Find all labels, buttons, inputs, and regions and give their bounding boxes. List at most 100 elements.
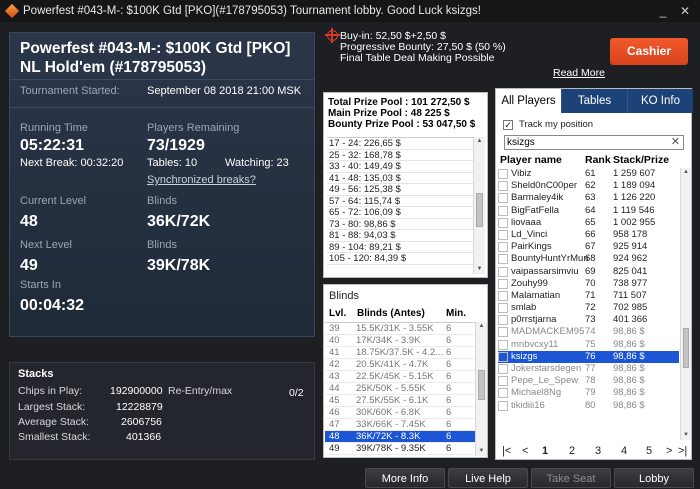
synchronized-breaks-link[interactable]: Synchronized breaks?: [147, 174, 256, 186]
player-row-checkbox[interactable]: [498, 339, 508, 350]
blind-level-row[interactable]: 44 25K/50K - 5.55K 6: [325, 383, 475, 395]
more-info-button[interactable]: More Info: [365, 468, 445, 488]
player-row[interactable]: Pepe_Le_Spew 78 98,86 $: [498, 375, 679, 387]
blind-level-row[interactable]: 42 20.5K/41K - 4.7K 6: [325, 359, 475, 371]
col-stack-prize[interactable]: Stack/Prize: [613, 154, 669, 166]
player-row[interactable]: smlab 72 702 985: [498, 302, 679, 314]
blind-cell-lvl: 48: [329, 431, 340, 442]
close-button[interactable]: ✕: [677, 3, 693, 19]
scrollbar-thumb[interactable]: [476, 193, 483, 227]
tab-ko-info[interactable]: KO Info: [627, 89, 693, 113]
player-row-checkbox[interactable]: [498, 242, 508, 253]
player-row-checkbox[interactable]: [498, 169, 508, 179]
blinds-list[interactable]: 39 15.5K/31K - 3.55K 6 40 17K/34K - 3.9K 6 41 1…: [325, 322, 475, 456]
player-row-checkbox[interactable]: [498, 290, 508, 301]
payout-scrollbar[interactable]: ▲ ▼: [473, 137, 485, 274]
player-row[interactable]: Zouhy99 70 738 977: [498, 278, 679, 290]
player-row-checkbox[interactable]: [498, 388, 508, 399]
next-page-icon[interactable]: >: [666, 445, 672, 457]
page-4[interactable]: 4: [621, 445, 627, 457]
scrollbar-thumb[interactable]: [478, 370, 485, 400]
player-row[interactable]: Ld_Vinci 66 958 178: [498, 229, 679, 241]
players-scrollbar[interactable]: ▲ ▼: [680, 168, 691, 440]
scrollbar-thumb[interactable]: [683, 328, 689, 368]
player-row[interactable]: p0rrstjarna 73 401 366: [498, 314, 679, 326]
minimize-button[interactable]: _: [655, 3, 671, 19]
tab-all-players[interactable]: All Players: [496, 89, 561, 113]
player-row[interactable]: BigFatFella 64 1 119 546: [498, 205, 679, 217]
scroll-down-icon[interactable]: ▼: [681, 431, 691, 440]
blind-level-row[interactable]: 41 18.75K/37.5K - 4.2... 6: [325, 347, 475, 359]
player-row-checkbox[interactable]: [498, 376, 508, 387]
last-page-icon[interactable]: >|: [678, 445, 687, 457]
blinds-scrollbar[interactable]: ▲ ▼: [475, 322, 487, 456]
players-list[interactable]: Vibiz 61 1 259 607 Sheld0nC00per 62 1 189 094…: [498, 168, 679, 422]
take-seat-button[interactable]: Take Seat: [531, 468, 611, 488]
page-2[interactable]: 2: [569, 445, 575, 457]
clear-search-icon[interactable]: ✕: [671, 136, 680, 149]
player-row[interactable]: Michael8Ng 79 98,86 $: [498, 387, 679, 399]
player-row-checkbox[interactable]: [498, 254, 508, 265]
col-rank[interactable]: Rank: [585, 154, 611, 166]
player-row-checkbox[interactable]: [498, 205, 508, 216]
page-5[interactable]: 5: [646, 445, 652, 457]
track-position-toggle[interactable]: ✓ Track my position: [503, 119, 593, 130]
blind-level-row[interactable]: 49 39K/78K - 9.35K 6: [325, 443, 475, 455]
player-cell-n: smlab: [511, 302, 537, 314]
player-row[interactable]: PairKings 67 925 914: [498, 241, 679, 253]
player-row[interactable]: ksizgs 76 98,86 $: [498, 350, 679, 363]
player-row-checkbox[interactable]: [498, 278, 508, 289]
payout-list[interactable]: 17 - 24: 226,65 $25 - 32: 168,78 $33 - 4…: [327, 137, 473, 274]
player-row-checkbox[interactable]: [498, 266, 508, 277]
read-more-link[interactable]: Read More: [553, 67, 605, 79]
page-1[interactable]: 1: [542, 445, 548, 457]
player-cell-s: 925 914: [613, 241, 648, 253]
lobby-button[interactable]: Lobby: [614, 468, 694, 488]
blind-level-row[interactable]: 45 27.5K/55K - 6.1K 6: [325, 395, 475, 407]
player-row-checkbox[interactable]: [498, 327, 508, 338]
first-page-icon[interactable]: |<: [502, 445, 511, 457]
player-cell-r: 62: [585, 180, 596, 192]
prev-page-icon[interactable]: <: [522, 445, 528, 457]
col-player-name[interactable]: Player name: [500, 154, 562, 166]
player-row-checkbox[interactable]: [498, 351, 508, 362]
player-row[interactable]: tikidiii16 80 98,86 $: [498, 400, 679, 412]
player-row-checkbox[interactable]: [498, 303, 508, 314]
player-row-checkbox[interactable]: [498, 315, 508, 326]
player-row-checkbox[interactable]: [498, 229, 508, 240]
player-row[interactable]: MADMACKEM95 74 98,86 $: [498, 326, 679, 338]
scroll-down-icon[interactable]: ▼: [474, 265, 485, 274]
player-row-checkbox[interactable]: [498, 193, 508, 204]
player-row[interactable]: Malamatian 71 711 507: [498, 290, 679, 302]
player-row[interactable]: Sheld0nC00per 62 1 189 094: [498, 180, 679, 192]
blind-level-row[interactable]: 47 33K/66K - 7.45K 6: [325, 419, 475, 431]
cashier-button[interactable]: Cashier: [610, 38, 688, 65]
player-search-input[interactable]: ksizgs ✕: [504, 135, 684, 150]
blind-level-row[interactable]: 43 22.5K/45K - 5.15K 6: [325, 371, 475, 383]
player-row[interactable]: Jokerstarsdegen 77 98,86 $: [498, 363, 679, 375]
blind-level-row[interactable]: 46 30K/60K - 6.8K 6: [325, 407, 475, 419]
scroll-up-icon[interactable]: ▲: [474, 137, 485, 146]
player-row-checkbox[interactable]: [498, 400, 508, 411]
reentry-label: Re-Entry/max: [168, 385, 233, 397]
scroll-up-icon[interactable]: ▲: [681, 168, 691, 177]
live-help-button[interactable]: Live Help: [448, 468, 528, 488]
blind-level-row[interactable]: 48 36K/72K - 8.3K 6: [325, 431, 475, 443]
player-row[interactable]: BountyHuntYrMun 68 924 962: [498, 253, 679, 265]
page-3[interactable]: 3: [595, 445, 601, 457]
scroll-down-icon[interactable]: ▼: [476, 447, 487, 456]
player-row[interactable]: mnbvcxy11 75 98,86 $: [498, 339, 679, 351]
blind-level-row[interactable]: 39 15.5K/31K - 3.55K 6: [325, 323, 475, 335]
player-row[interactable]: vaipassarsimviu 69 825 041: [498, 266, 679, 278]
blind-level-row[interactable]: 40 17K/34K - 3.9K 6: [325, 335, 475, 347]
player-row-checkbox[interactable]: [498, 181, 508, 192]
player-row[interactable]: liovaaa 65 1 002 955: [498, 217, 679, 229]
player-row-checkbox[interactable]: [498, 217, 508, 228]
starts-in: 00:04:32: [20, 297, 85, 314]
player-row[interactable]: Vibiz 61 1 259 607: [498, 168, 679, 180]
tab-tables[interactable]: Tables: [561, 89, 627, 113]
player-row-checkbox[interactable]: [498, 364, 508, 374]
player-row[interactable]: Barmaley4ik 63 1 126 220: [498, 192, 679, 204]
scroll-up-icon[interactable]: ▲: [476, 322, 487, 331]
track-position-checkbox[interactable]: ✓: [503, 119, 513, 130]
